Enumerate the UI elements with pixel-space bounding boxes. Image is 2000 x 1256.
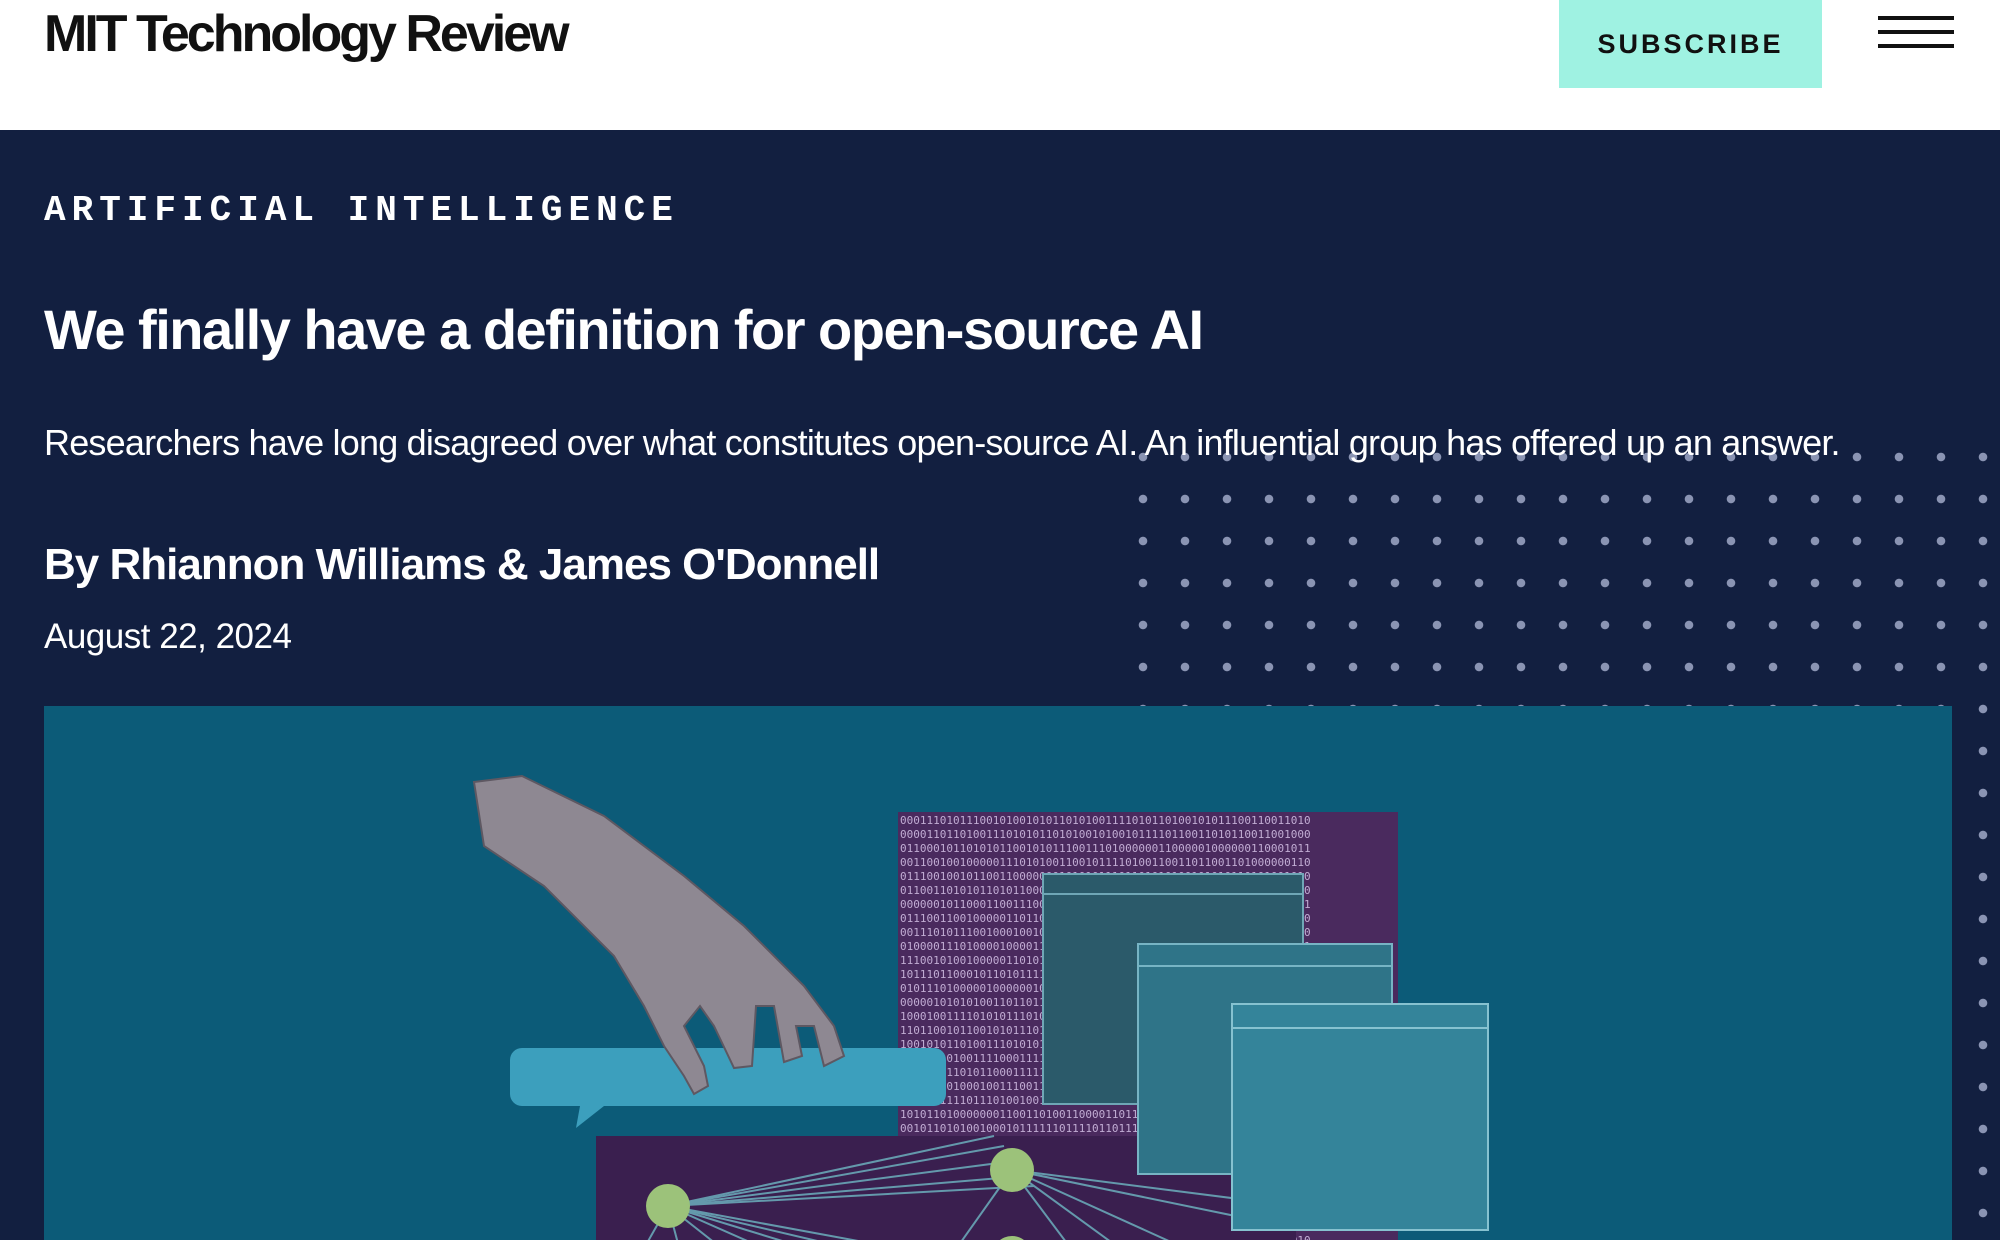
svg-text:011000101101010110010101110011: 0110001011010101100101011100111010000001… xyxy=(900,842,1311,855)
speech-bubble xyxy=(510,1048,946,1128)
window-graphic xyxy=(1231,1003,1489,1231)
hero-illustration: 0001110101110010100101011010100111101011… xyxy=(44,706,1952,1240)
hand-graphic xyxy=(472,774,846,1096)
subscribe-button[interactable]: SUBSCRIBE xyxy=(1559,0,1822,88)
author-link-2[interactable]: James O'Donnell xyxy=(539,540,880,589)
menu-bar-middle xyxy=(1878,30,1954,34)
byline: By Rhiannon Williams & James O'Donnell xyxy=(44,536,880,594)
menu-bar-bottom xyxy=(1878,44,1954,48)
category-link[interactable]: ARTIFICIAL INTELLIGENCE xyxy=(44,190,679,231)
svg-text:000111010111001010010101101010: 0001110101110010100101011010100111101011… xyxy=(900,814,1311,827)
network-node xyxy=(990,1148,1034,1192)
byline-joiner: & xyxy=(485,540,539,589)
svg-text:001100100100000111010100110010: 0011001001000001110101001100101111010011… xyxy=(900,856,1311,869)
illustration-graphic: 0001110101110010100101011010100111101011… xyxy=(472,774,1489,1240)
article-hero: ARTIFICIAL INTELLIGENCE We finally have … xyxy=(0,130,2000,1240)
publish-date: August 22, 2024 xyxy=(44,617,292,656)
svg-text:000011011010011101010110101001: 0000110110100111010101101010010100101111… xyxy=(900,828,1311,841)
menu-bar-top xyxy=(1878,16,1954,20)
article-title: We finally have a definition for open-so… xyxy=(44,298,1204,361)
site-header: MIT Technology Review SUBSCRIBE xyxy=(0,0,2000,130)
page-bottom xyxy=(0,1240,2000,1256)
byline-prefix: By xyxy=(44,540,110,589)
article-dek: Researchers have long disagreed over wha… xyxy=(44,422,1841,463)
author-link-1[interactable]: Rhiannon Williams xyxy=(109,540,486,589)
hamburger-menu-icon[interactable] xyxy=(1878,16,1954,58)
site-logo[interactable]: MIT Technology Review xyxy=(44,4,570,64)
network-node xyxy=(646,1184,690,1228)
